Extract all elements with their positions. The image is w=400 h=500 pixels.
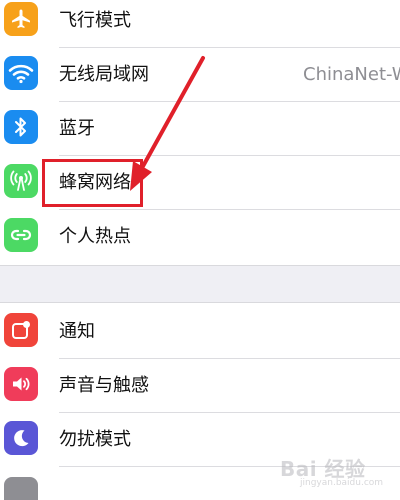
settings-row-bluetooth[interactable]: 蓝牙	[0, 102, 400, 156]
settings-row-label: 勿扰模式	[59, 429, 131, 450]
settings-icon	[4, 477, 38, 500]
wifi-icon	[4, 56, 38, 90]
settings-row-label: 无线局域网	[59, 64, 149, 85]
settings-row-wlan[interactable]: 无线局域网 ChinaNet-W	[0, 48, 400, 102]
notifications-icon	[4, 313, 38, 347]
settings-row-airplane-mode[interactable]: 飞行模式	[0, 0, 400, 48]
settings-row-partial[interactable]	[0, 467, 400, 500]
settings-row-do-not-disturb[interactable]: 勿扰模式	[0, 413, 400, 467]
settings-row-label: 蓝牙	[59, 118, 95, 139]
settings-row-label: 飞行模式	[59, 10, 131, 31]
bluetooth-icon	[4, 110, 38, 144]
airplane-icon	[4, 2, 38, 36]
wlan-network-name: ChinaNet-W	[303, 64, 400, 85]
settings-row-label: 个人热点	[59, 226, 131, 247]
settings-screen: 飞行模式 无线局域网 ChinaNet-W 蓝牙 蜂窝网络 个人热点 通知 声音…	[0, 0, 400, 500]
settings-row-personal-hotspot[interactable]: 个人热点	[0, 210, 400, 264]
personal-hotspot-icon	[4, 218, 38, 252]
settings-row-label: 蜂窝网络	[59, 172, 131, 193]
settings-row-label: 通知	[59, 321, 95, 342]
settings-row-sounds-haptics[interactable]: 声音与触感	[0, 359, 400, 413]
settings-row-label: 声音与触感	[59, 375, 149, 396]
do-not-disturb-moon-icon	[4, 421, 38, 455]
settings-row-notifications[interactable]: 通知	[0, 305, 400, 359]
settings-row-cellular[interactable]: 蜂窝网络	[0, 156, 400, 210]
cellular-antenna-icon	[4, 164, 38, 198]
sound-icon	[4, 367, 38, 401]
